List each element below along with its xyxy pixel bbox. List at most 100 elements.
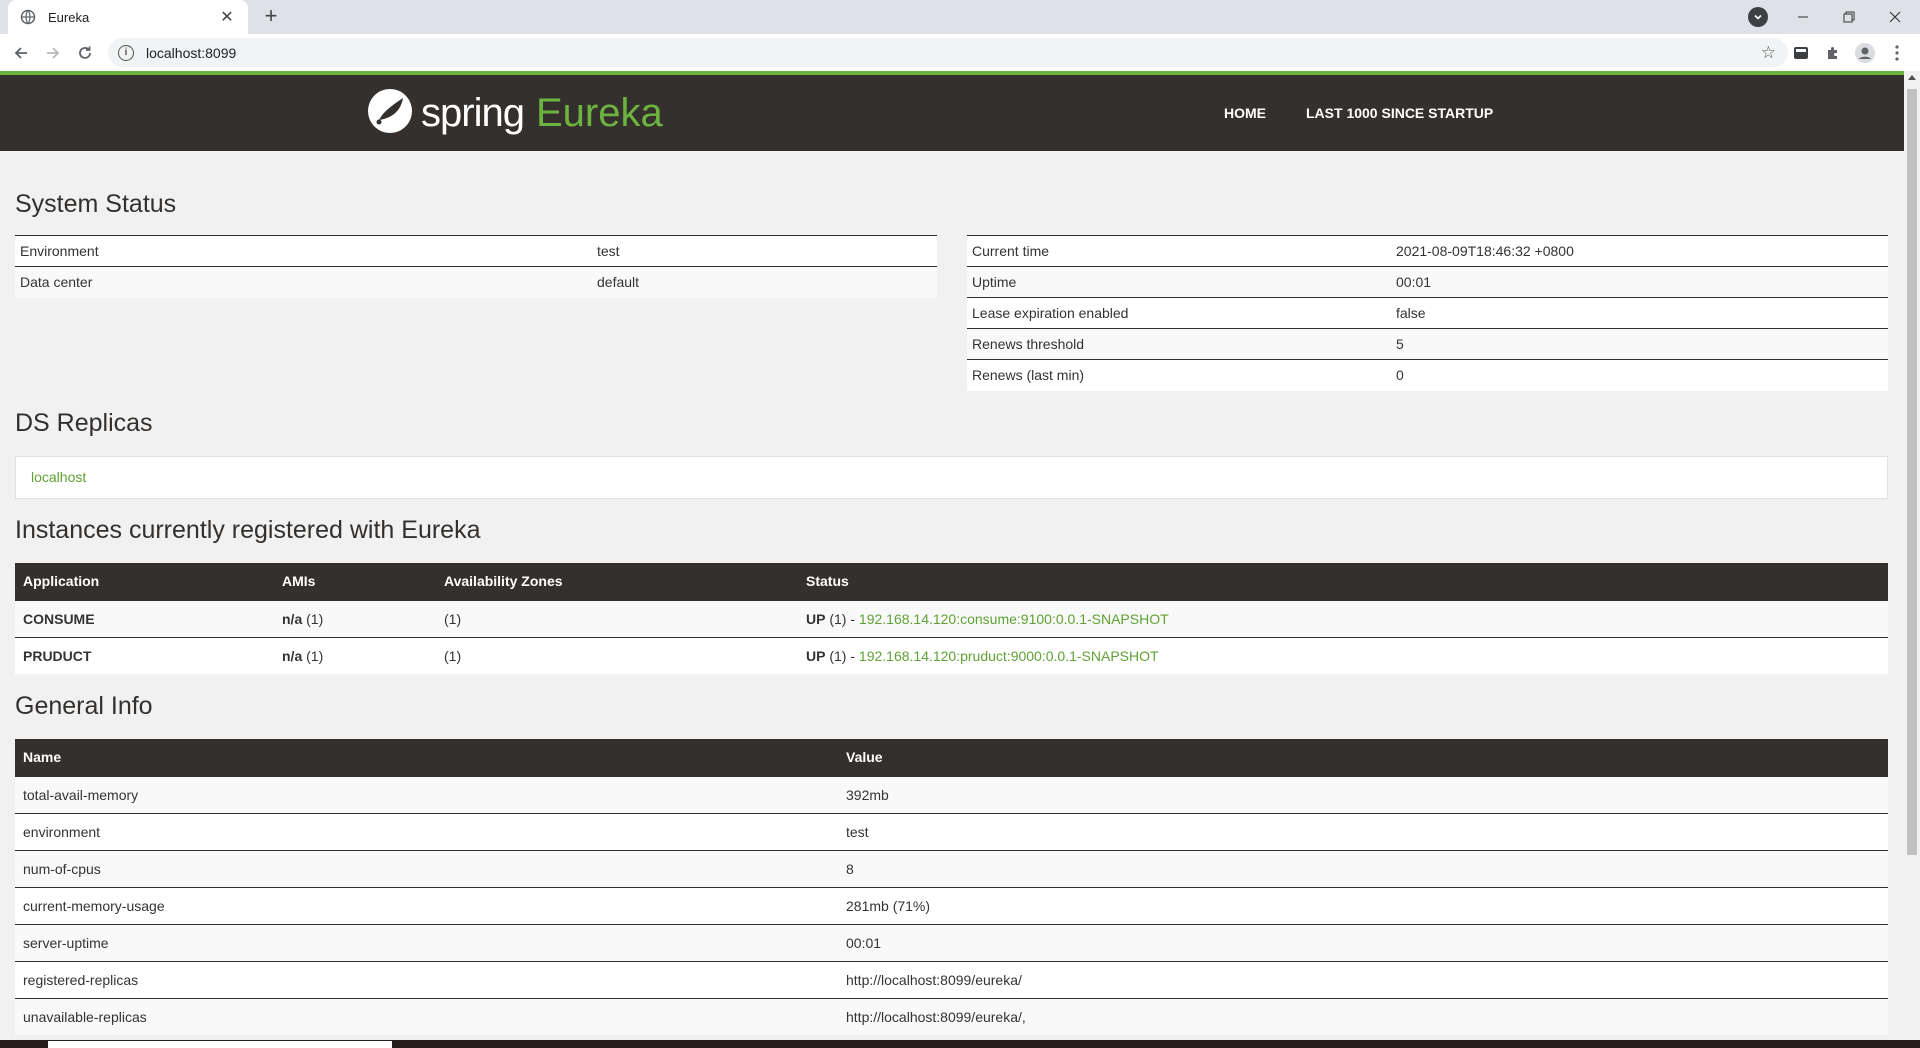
kebab-menu-icon[interactable] <box>1887 43 1907 63</box>
table-row: Renews (last min) 0 <box>967 359 1888 391</box>
eureka-header: spring Eureka HOME LAST 1000 SINCE START… <box>0 71 1904 151</box>
spring-eureka-logo[interactable]: spring Eureka <box>367 88 663 138</box>
info-name: server-uptime <box>15 923 838 961</box>
globe-icon <box>20 9 36 25</box>
profile-avatar-icon[interactable] <box>1855 43 1875 63</box>
table-row: Environment test <box>15 235 937 267</box>
table-row: current-memory-usage 281mb (71%) <box>15 886 1888 924</box>
logo-word-spring: spring <box>421 90 525 135</box>
address-bar[interactable]: i localhost:8099 ☆ <box>108 38 1788 67</box>
browser-tab[interactable]: Eureka ✕ <box>8 0 248 34</box>
info-name: environment <box>15 812 838 850</box>
page-scrollbar[interactable] <box>1904 71 1920 1040</box>
browser-tab-strip: Eureka ✕ + <box>0 0 1920 34</box>
ami-count: (1) <box>302 647 324 664</box>
window-close-icon[interactable] <box>1872 0 1918 34</box>
restore-icon[interactable] <box>1826 0 1872 34</box>
replica-link-localhost[interactable]: localhost <box>31 469 86 485</box>
column-header: Availability Zones <box>436 563 798 600</box>
zones-value: (1) <box>436 636 798 674</box>
zones-value: (1) <box>436 599 798 637</box>
extension-puzzle-icon[interactable] <box>1823 43 1843 63</box>
info-name: total-avail-memory <box>15 775 838 813</box>
table-row: registered-replicas http://localhost:809… <box>15 960 1888 998</box>
application-name: PRUDUCT <box>23 647 92 664</box>
scroll-up-arrow-icon[interactable] <box>1908 75 1916 80</box>
instances-heading: Instances currently registered with Eure… <box>15 516 481 544</box>
status-value: 0 <box>1391 359 1888 391</box>
info-name: registered-replicas <box>15 960 838 998</box>
instance-link[interactable]: 192.168.14.120:pruduct:9000:0.0.1-SNAPSH… <box>859 648 1159 664</box>
nav-home-link[interactable]: HOME <box>1224 105 1266 121</box>
status-label: Data center <box>15 266 592 298</box>
table-row: total-avail-memory 392mb <box>15 775 1888 813</box>
info-value: 281mb (71%) <box>838 886 1888 924</box>
general-info-heading: General Info <box>15 692 153 720</box>
info-value: test <box>838 812 1888 850</box>
reload-icon[interactable] <box>73 41 97 65</box>
status-label: Current time <box>967 235 1391 267</box>
status-value: test <box>592 235 937 267</box>
close-tab-icon[interactable]: ✕ <box>218 7 236 27</box>
table-row: Uptime 00:01 <box>967 266 1888 298</box>
status-value: false <box>1391 297 1888 329</box>
back-arrow-icon[interactable] <box>9 41 33 65</box>
url-text[interactable]: localhost:8099 <box>146 45 236 61</box>
tab-search-icon[interactable] <box>1748 7 1768 27</box>
header-nav: HOME LAST 1000 SINCE STARTUP <box>1184 105 1493 121</box>
scrollbar-thumb[interactable] <box>1907 89 1917 855</box>
info-name: num-of-cpus <box>15 849 838 887</box>
column-header: AMIs <box>274 563 436 600</box>
info-value: http://localhost:8099/eureka/, <box>838 997 1888 1035</box>
table-row: server-uptime 00:01 <box>15 923 1888 961</box>
column-header: Application <box>15 563 274 600</box>
table-row: CONSUME n/a (1) (1) UP (1) - 192.168.14.… <box>15 599 1888 637</box>
taskbar-search-field[interactable] <box>48 1041 392 1048</box>
info-value: 392mb <box>838 775 1888 813</box>
forward-arrow-icon[interactable] <box>41 41 65 65</box>
info-value: 00:01 <box>838 923 1888 961</box>
table-row: environment test <box>15 812 1888 850</box>
instance-link[interactable]: 192.168.14.120:consume:9100:0.0.1-SNAPSH… <box>859 611 1169 627</box>
table-header-row: Application AMIs Availability Zones Stat… <box>15 563 1888 600</box>
table-row: unavailable-replicas http://localhost:80… <box>15 997 1888 1035</box>
info-value: http://localhost:8099/eureka/ <box>838 960 1888 998</box>
status-value: 00:01 <box>1391 266 1888 298</box>
status-label: Renews threshold <box>967 328 1391 360</box>
media-icon[interactable] <box>1791 43 1811 63</box>
bookmark-star-icon[interactable]: ☆ <box>1761 43 1776 63</box>
status-value: default <box>592 266 937 298</box>
page-content: spring Eureka HOME LAST 1000 SINCE START… <box>0 71 1904 1040</box>
instances-table: Application AMIs Availability Zones Stat… <box>15 563 1888 674</box>
info-icon[interactable]: i <box>118 44 134 61</box>
table-row: Current time 2021-08-09T18:46:32 +0800 <box>967 235 1888 267</box>
column-header: Status <box>798 563 1888 600</box>
table-row: Lease expiration enabled false <box>967 297 1888 329</box>
new-tab-button[interactable]: + <box>258 4 284 30</box>
nav-last-1000-link[interactable]: LAST 1000 SINCE STARTUP <box>1306 105 1493 121</box>
ds-replicas-list: localhost <box>15 456 1888 499</box>
system-status-heading: System Status <box>15 190 177 218</box>
minimize-icon[interactable] <box>1780 0 1826 34</box>
ami-value: n/a <box>282 647 303 664</box>
spring-leaf-logo-icon <box>367 88 413 138</box>
system-status-right-table: Current time 2021-08-09T18:46:32 +0800 U… <box>967 235 1888 391</box>
browser-toolbar: i localhost:8099 ☆ <box>0 34 1920 71</box>
logo-word-eureka: Eureka <box>535 90 663 135</box>
status-value: 2021-08-09T18:46:32 +0800 <box>1391 235 1888 267</box>
status-label: Uptime <box>967 266 1391 298</box>
status-label: Renews (last min) <box>967 359 1391 391</box>
column-header: Value <box>838 739 1888 776</box>
os-taskbar <box>0 1040 1920 1048</box>
general-info-table: Name Value total-avail-memory 392mb envi… <box>15 739 1888 1035</box>
info-name: current-memory-usage <box>15 886 838 924</box>
table-row: Data center default <box>15 266 937 298</box>
table-row: num-of-cpus 8 <box>15 849 1888 887</box>
status-label: Environment <box>15 235 592 267</box>
ami-count: (1) <box>302 610 324 627</box>
status-count: (1) - <box>825 647 859 664</box>
system-status-left-table: Environment test Data center default <box>15 235 937 298</box>
column-header: Name <box>15 739 838 776</box>
info-name: unavailable-replicas <box>15 997 838 1035</box>
status-up: UP <box>806 610 826 627</box>
